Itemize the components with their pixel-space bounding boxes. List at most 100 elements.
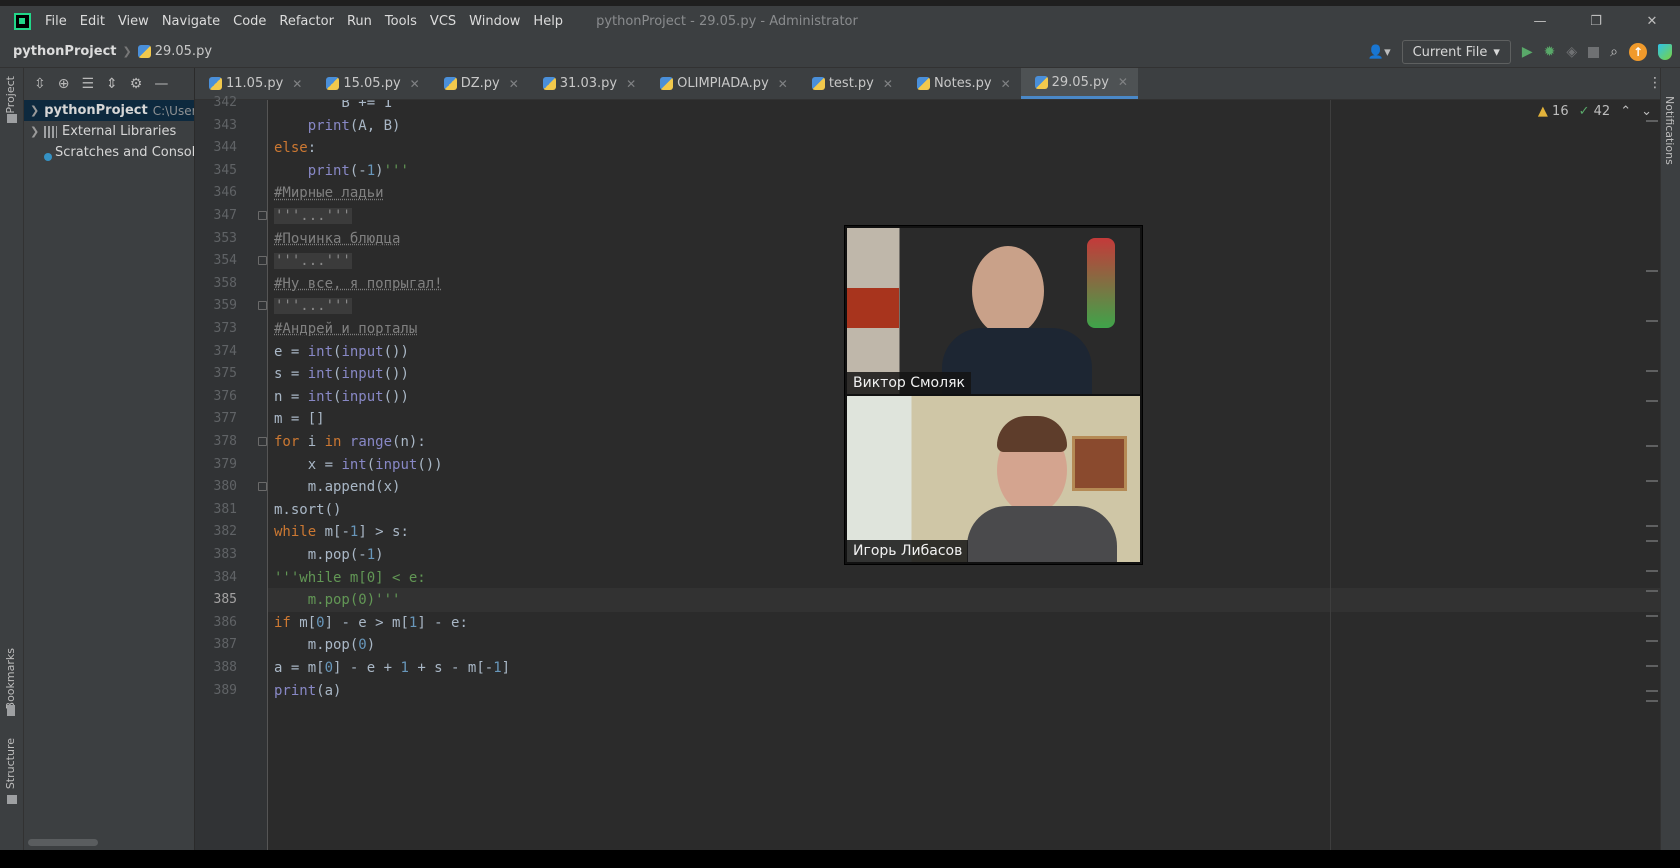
code-line[interactable]: e = int(input()) [274,340,409,364]
fold-icon[interactable] [258,256,267,266]
code-line[interactable]: m.pop(-1) [274,543,384,567]
menu-view[interactable]: View [118,14,149,29]
close-icon[interactable]: ✕ [410,77,420,91]
video-tile[interactable]: Виктор Смоляк [847,228,1140,394]
fold-icon[interactable] [258,211,267,220]
close-icon[interactable]: ✕ [626,77,636,91]
code-line[interactable]: a = m[0] - e + 1 + s - m[-1] [274,656,510,680]
locate-icon[interactable]: ⊕ [58,76,70,92]
menu-refactor[interactable]: Refactor [279,14,334,29]
tree-item-project[interactable]: ❯ pythonProject C:\Users [24,100,194,121]
jetbrains-toolbox-icon[interactable] [1658,44,1672,60]
gear-icon[interactable]: ⚙ [130,76,143,92]
run-config-selector[interactable]: Current File ▾ [1401,40,1511,64]
code-line[interactable]: for i in range(n): [274,430,426,454]
breadcrumb-project[interactable]: pythonProject [13,44,117,59]
code-line[interactable]: m.append(x) [274,475,401,499]
code-line[interactable]: print(A, B) [274,114,401,138]
search-icon[interactable]: ⌕ [1610,44,1618,60]
folded-region[interactable]: '''...''' [274,253,352,270]
tab-file[interactable]: 29.05.py ✕ [1020,68,1138,99]
code-line[interactable]: #Андрей и порталы [274,317,417,341]
tree-item-scratches[interactable]: Scratches and Consoles [24,142,194,163]
tool-tab-structure[interactable]: Structure [4,738,17,789]
close-icon[interactable]: ✕ [1118,75,1128,89]
menu-window[interactable]: Window [469,14,520,29]
close-icon[interactable]: ✕ [509,77,519,91]
menu-edit[interactable]: Edit [80,14,105,29]
menu-file[interactable]: File [45,14,67,29]
tab-file[interactable]: OLIMPIADA.py ✕ [646,68,798,99]
chevron-right-icon[interactable]: ❯ [30,125,44,138]
code-line[interactable]: s = int(input()) [274,362,409,386]
code-line[interactable]: m.sort() [274,498,341,522]
menu-vcs[interactable]: VCS [430,14,456,29]
code-line[interactable]: #Починка блюдца [274,227,400,251]
code-line[interactable]: #Ну все, я попрыгал! [274,272,443,296]
coverage-icon[interactable]: ◈ [1566,44,1577,60]
run-icon[interactable]: ▶ [1522,44,1533,60]
menu-help[interactable]: Help [533,14,563,29]
menu-code[interactable]: Code [233,14,266,29]
code-line[interactable]: print(-1)''' [274,159,409,183]
code-line[interactable]: m = [] [274,407,325,431]
chevron-up-icon[interactable]: ⌃ [1620,104,1631,119]
update-icon[interactable]: ↑ [1629,43,1647,61]
code-line[interactable]: '''...''' [274,204,352,228]
collapse-all-icon[interactable]: ⇕ [106,76,118,92]
code-line[interactable]: print(a) [274,679,341,703]
breadcrumb-file[interactable]: 29.05.py [155,44,212,59]
expand-all-icon[interactable]: ☰ [81,76,94,92]
folded-region[interactable]: '''...''' [274,208,352,224]
close-icon[interactable]: ✕ [292,77,302,91]
code-line[interactable]: m.pop(0) [274,633,375,657]
minimize-icon[interactable]: — [1512,6,1568,36]
chevron-right-icon[interactable]: ❯ [30,104,39,117]
code-line[interactable]: n = int(input()) [274,385,409,409]
code-line[interactable]: if m[0] - e > m[1] - e: [274,611,468,635]
menu-navigate[interactable]: Navigate [162,14,220,29]
tool-tab-bookmarks[interactable]: Bookmarks [4,648,17,709]
debug-icon[interactable]: ✹ [1544,44,1556,60]
code-line[interactable]: #Мирные ладьи [274,181,384,205]
tab-file[interactable]: 31.03.py ✕ [529,68,646,99]
tab-file[interactable]: Notes.py ✕ [903,68,1021,99]
stop-icon[interactable] [1588,46,1600,58]
menu-run[interactable]: Run [347,14,372,29]
code-line[interactable]: '''...''' [274,249,352,273]
video-tile[interactable]: Игорь Либасов [847,396,1140,562]
code-line[interactable]: m.pop(0)''' [274,588,401,612]
close-icon[interactable]: ✕ [1001,77,1011,91]
inspection-widget[interactable]: ▲ 16 ✓ 42 ⌃ ⌄ [1538,104,1652,119]
fold-icon[interactable] [258,437,267,446]
restore-icon[interactable]: ❐ [1568,6,1624,36]
fold-icon[interactable] [258,301,267,311]
line-number: 380 [213,479,237,495]
menu-tools[interactable]: Tools [385,14,417,29]
code-line[interactable]: while m[-1] > s: [274,520,409,544]
chevron-down-icon[interactable]: ⌄ [1641,104,1652,119]
close-icon[interactable]: ✕ [778,77,788,91]
user-icon[interactable]: 👤▾ [1368,45,1391,60]
code-token: m.pop( [274,637,359,654]
tab-file[interactable]: 15.05.py ✕ [312,68,429,99]
close-icon[interactable]: ✕ [1624,6,1680,36]
hide-icon[interactable]: — [154,76,168,92]
line-number: 343 [213,117,237,133]
fold-icon[interactable] [258,482,267,492]
code-line[interactable]: '''...''' [274,294,352,318]
tab-file[interactable]: test.py ✕ [798,68,903,99]
tool-tab-notifications[interactable]: Notifications [1663,96,1676,165]
tree-item-external-libraries[interactable]: ❯ External Libraries [24,121,194,142]
code-line[interactable]: '''while m[0] < e: [274,566,426,590]
folded-region[interactable]: '''...''' [274,298,352,315]
code-line[interactable]: else: [274,136,316,160]
code-line[interactable]: x = int(input()) [274,453,443,477]
code-token: ()) [383,388,409,405]
horizontal-scrollbar[interactable] [28,839,98,846]
close-icon[interactable]: ✕ [883,77,893,91]
tool-tab-project[interactable]: Project [4,76,17,114]
code-token: while [274,524,317,541]
expand-icon[interactable]: ⇳ [34,76,46,92]
tab-file[interactable]: DZ.py ✕ [430,68,529,99]
